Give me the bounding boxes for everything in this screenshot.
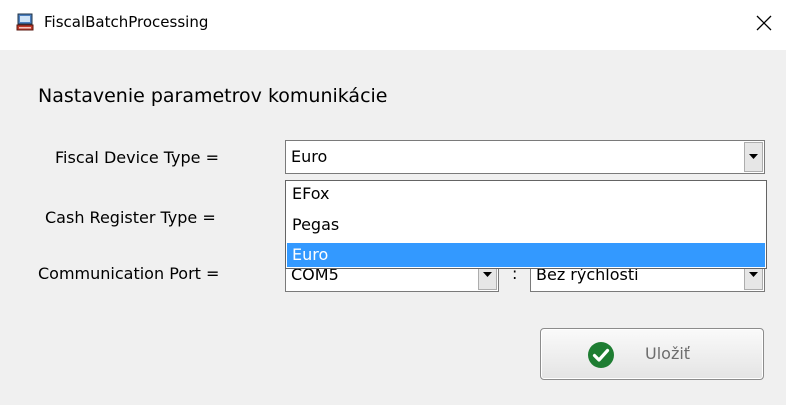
cash-register-type-label: Cash Register Type = [45,208,216,227]
close-button[interactable] [748,8,780,38]
title-bar: FiscalBatchProcessing [0,0,786,50]
fiscal-device-dropdown-button[interactable] [744,142,763,172]
close-icon [756,15,772,31]
chevron-down-icon [749,272,758,277]
save-button[interactable]: Uložiť [540,328,764,380]
checkmark-icon [588,342,614,368]
fiscal-device-type-select[interactable]: Euro [285,140,765,174]
fiscal-device-type-label: Fiscal Device Type = [55,148,219,167]
fiscal-device-type-value: Euro [291,147,328,166]
dropdown-option-pegas[interactable]: Pegas [287,213,765,237]
window-title: FiscalBatchProcessing [44,13,209,31]
dropdown-option-euro[interactable]: Euro [287,243,765,267]
chevron-down-icon [749,154,758,159]
communication-port-label: Communication Port = [38,264,220,283]
form-heading: Nastavenie parametrov komunikácie [38,85,388,107]
app-icon [16,13,34,31]
dropdown-option-efox[interactable]: EFox [287,182,765,206]
chevron-down-icon [483,272,492,277]
fiscal-device-dropdown-list: EFox Pegas Euro [285,180,767,269]
save-button-label: Uložiť [645,344,691,363]
